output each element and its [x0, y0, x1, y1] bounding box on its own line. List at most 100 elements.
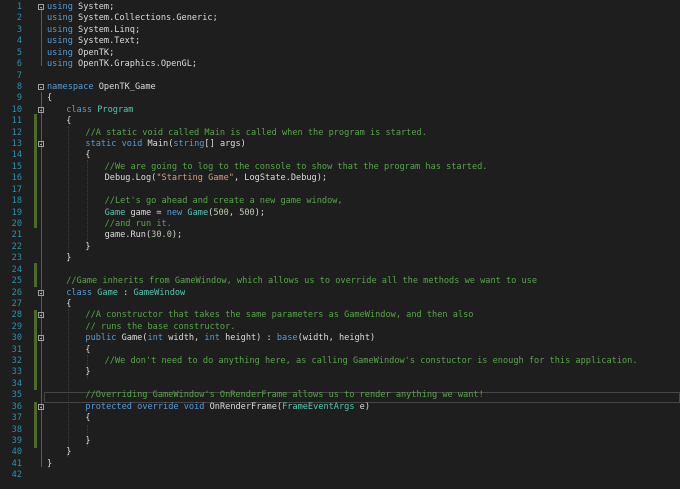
collapse-toggle-icon[interactable] — [38, 335, 44, 342]
code-line[interactable]: 19 Game game = new Game(500, 500); — [0, 208, 680, 219]
code-token: { — [85, 344, 91, 355]
collapse-toggle-icon[interactable] — [38, 312, 44, 319]
code-text: using System.Linq; — [47, 25, 140, 36]
code-token: void — [183, 401, 205, 412]
code-token: Main( — [142, 139, 174, 150]
line-number: 15 — [11, 161, 22, 172]
code-token: , LogState.Debug); — [233, 173, 328, 184]
code-token: game = — [125, 207, 167, 218]
code-token: int — [147, 333, 164, 344]
line-number: 17 — [11, 184, 22, 195]
code-line[interactable]: 4 using System.Text; — [0, 36, 680, 47]
code-line[interactable]: 32 //We don't need to do anything here, a… — [0, 356, 680, 367]
code-token: } — [66, 253, 72, 264]
code-token: } — [85, 435, 91, 446]
code-token: using — [47, 2, 73, 12]
collapse-toggle-icon[interactable] — [38, 403, 44, 410]
line-number: 39 — [11, 435, 22, 446]
code-line[interactable]: 41} — [0, 459, 680, 470]
code-line[interactable]: 10 class Program — [0, 105, 680, 116]
code-line[interactable]: 25 //Game inherits from GameWindow, which… — [0, 276, 680, 287]
code-line[interactable]: 12 //A static void called Main is called … — [0, 128, 680, 139]
code-line[interactable]: 26 class Game : GameWindow — [0, 288, 680, 299]
code-editor[interactable]: 1 using System; 2 using System.Collections.… — [0, 0, 680, 489]
code-line[interactable]: 7 — [0, 71, 680, 82]
code-line[interactable]: 15 //We are going to log to the console t… — [0, 162, 680, 173]
code-line[interactable]: 40} — [0, 447, 680, 458]
code-line[interactable]: 17 — [0, 185, 680, 196]
collapse-toggle-icon[interactable] — [38, 141, 44, 148]
code-text: { — [85, 150, 90, 161]
code-token: height) : — [219, 333, 277, 344]
line-number: 6 — [16, 59, 22, 70]
code-text: using System; — [47, 2, 114, 13]
code-line[interactable]: 37 { — [0, 413, 680, 424]
code-line[interactable]: 34 — [0, 379, 680, 390]
code-token: System.Linq; — [72, 24, 141, 35]
code-line[interactable]: 24 — [0, 265, 680, 276]
code-line[interactable]: 35 //Overriding GameWindow's OnRenderFram… — [0, 390, 680, 401]
code-token: GameWindow — [133, 287, 186, 298]
code-token: System; — [72, 2, 115, 12]
code-line[interactable]: 14 { — [0, 150, 680, 161]
code-line[interactable]: 38 — [0, 425, 680, 436]
code-text: { — [47, 93, 52, 104]
code-line[interactable]: 33} — [0, 367, 680, 378]
code-token: //Game inherits from GameWindow, which a… — [66, 276, 538, 287]
code-line[interactable]: 21 game.Run(30.0); — [0, 230, 680, 241]
code-line[interactable]: 23} — [0, 253, 680, 264]
code-line[interactable]: 18 //Let's go ahead and create a new game… — [0, 196, 680, 207]
code-text: { — [85, 345, 90, 356]
code-token: : — [117, 287, 134, 298]
code-line[interactable]: 20 //and run it. — [0, 219, 680, 230]
line-number: 12 — [11, 127, 22, 138]
code-line[interactable]: 2 using System.Collections.Generic; — [0, 13, 680, 24]
code-token: using — [47, 13, 73, 24]
code-line[interactable]: 16 Debug.Log("Starting Game", LogState.De… — [0, 173, 680, 184]
code-token: class — [66, 104, 93, 115]
code-text: } — [66, 447, 71, 458]
code-text: { — [66, 116, 71, 127]
code-line[interactable]: 8 namespace OpenTK_Game — [0, 82, 680, 93]
code-line[interactable]: 36 protected override void OnRenderFrame(… — [0, 402, 680, 413]
line-number: 25 — [11, 276, 22, 287]
collapse-toggle-icon[interactable] — [38, 289, 44, 296]
code-line[interactable]: 27 { — [0, 299, 680, 310]
code-line[interactable]: 28 //A constructor that takes the same pa… — [0, 310, 680, 321]
line-number: 29 — [11, 321, 22, 332]
code-token: System.Text; — [72, 36, 141, 47]
code-token: //We are going to log to the console to … — [104, 161, 488, 172]
code-line[interactable]: 39} — [0, 436, 680, 447]
collapse-toggle-icon[interactable] — [38, 83, 44, 90]
code-line[interactable]: 31 { — [0, 345, 680, 356]
code-line[interactable]: 22} — [0, 242, 680, 253]
code-text: } — [47, 459, 52, 470]
code-token: Game( — [116, 333, 148, 344]
line-number: 21 — [11, 230, 22, 241]
code-line[interactable]: 9{ — [0, 93, 680, 104]
code-line[interactable]: 13 static void Main(string[] args) — [0, 139, 680, 150]
code-text: Game game = new Game(500, 500); — [105, 208, 266, 219]
collapse-toggle-icon[interactable] — [38, 4, 44, 10]
code-token: int — [204, 333, 220, 344]
code-token: game.Run( — [104, 230, 152, 241]
code-line[interactable]: 42 — [0, 470, 680, 481]
code-line[interactable]: 6 using OpenTK.Graphics.OpenGL; — [0, 59, 680, 70]
line-number: 30 — [11, 333, 22, 344]
code-line[interactable]: 1 using System; — [0, 2, 680, 13]
code-line[interactable]: 11 { — [0, 116, 680, 127]
code-line[interactable]: 29 // runs the base constructor. — [0, 322, 680, 333]
code-token: Game — [187, 207, 209, 218]
code-line[interactable]: 3 using System.Linq; — [0, 25, 680, 36]
line-number: 14 — [11, 150, 22, 161]
code-token: "Starting Game" — [156, 173, 234, 184]
code-line[interactable]: 30 public Game(int width, int height) : b… — [0, 333, 680, 344]
line-number: 33 — [11, 367, 22, 378]
code-text: game.Run(30.0); — [105, 230, 183, 241]
code-line[interactable]: 5 using OpenTK; — [0, 48, 680, 59]
code-token: (width, height) — [297, 333, 376, 344]
collapse-toggle-icon[interactable] — [38, 106, 44, 113]
code-token: Game — [104, 207, 126, 218]
code-token: namespace — [47, 81, 94, 92]
line-number: 31 — [11, 344, 22, 355]
